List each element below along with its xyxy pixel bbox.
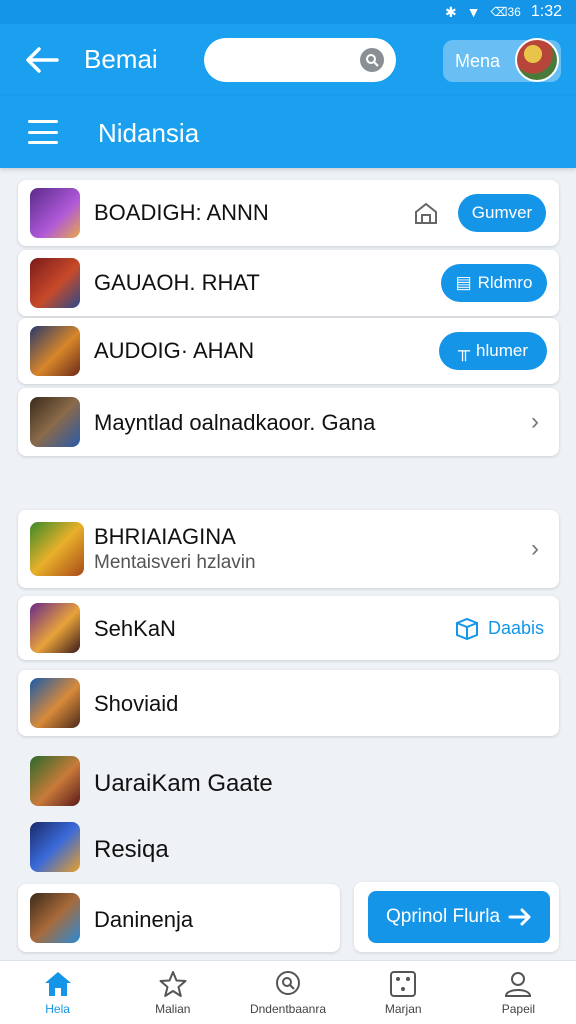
list-item-subtitle: Mentaisveri hzlavin — [94, 552, 256, 573]
list-item[interactable]: BHRIAIAGINA Mentaisveri hzlavin › — [18, 510, 559, 588]
app-bar: Bemai Mena — [0, 24, 576, 96]
nav-label: Malian — [155, 1001, 191, 1016]
list-item-title: BHRIAIAGINA — [94, 524, 236, 549]
list-item-title: AUDOIG· AHAN — [94, 338, 255, 363]
nav-label: Dndentbaanra — [249, 1001, 327, 1016]
list-item[interactable]: SehKaN Daabis — [18, 596, 559, 660]
game-thumbnail — [30, 603, 80, 653]
game-thumbnail — [30, 397, 80, 447]
menu-button-label: Mena — [455, 50, 501, 71]
search-circle-icon — [276, 970, 300, 995]
app-title: Bemai — [84, 44, 158, 74]
nav-item-home[interactable]: Hela — [0, 961, 115, 1024]
sub-header: Nidansia — [0, 96, 576, 168]
optional-button[interactable]: Qprinol Flurla — [368, 891, 550, 943]
action-button-label: Rldmro — [477, 273, 533, 292]
wifi-icon: ▼ — [466, 4, 481, 20]
hamburger-menu-icon[interactable] — [28, 120, 58, 144]
list-item[interactable]: BOADIGH: ANNN Gumver — [18, 180, 559, 246]
bluetooth-icon: ✱ — [444, 3, 457, 20]
list-item[interactable]: GAUAOH. RHAT ▤ Rldmro — [18, 250, 559, 316]
list-item-title: GAUAOH. RHAT — [94, 270, 260, 295]
avatar[interactable] — [515, 38, 559, 82]
nav-item-games[interactable]: Marjan — [346, 961, 461, 1024]
list-item[interactable]: Mayntlad oalnadkaoor. Gana › — [18, 388, 559, 456]
person-icon — [505, 971, 532, 997]
game-thumbnail — [30, 893, 80, 943]
action-button[interactable]: ▤ Rldmro — [441, 264, 547, 302]
game-thumbnail — [30, 188, 80, 238]
calendar-icon: ▤ — [455, 273, 472, 292]
link-button-label: Daabis — [488, 617, 545, 638]
signal-text: ⌫36 — [490, 5, 521, 19]
nav-item-profile[interactable]: Papeil — [461, 961, 576, 1024]
chevron-right-icon[interactable]: › — [531, 408, 539, 436]
list-item[interactable]: Daninenja — [18, 884, 340, 952]
nav-label: Marjan — [384, 1001, 422, 1016]
back-arrow-icon[interactable] — [22, 42, 62, 78]
list-item-title: Daninenja — [94, 907, 194, 932]
nav-item-discover[interactable]: Dndentbaanra — [230, 961, 345, 1024]
game-thumbnail — [30, 756, 80, 806]
game-thumbnail — [30, 258, 80, 308]
nav-item-favorites[interactable]: Malian — [115, 961, 230, 1024]
list-item-title: Mayntlad oalnadkaoor. Gana — [94, 410, 376, 435]
action-button-label: Gumver — [471, 203, 533, 222]
game-thumbnail — [30, 678, 80, 728]
chevron-right-icon[interactable]: › — [531, 535, 539, 563]
bookmark-house-icon[interactable] — [413, 200, 439, 226]
tool-icon: ╥ — [457, 341, 471, 360]
dice-icon — [390, 970, 417, 997]
arrow-right-icon — [508, 908, 531, 926]
search-icon[interactable] — [360, 48, 384, 72]
list-item-title: Resiqa — [94, 836, 169, 863]
game-thumbnail — [30, 326, 80, 376]
game-thumbnail — [30, 522, 84, 576]
home-icon — [44, 971, 71, 996]
optional-button-label: Qprinol Flurla — [385, 906, 501, 927]
action-button[interactable]: Gumver — [458, 194, 546, 232]
list-item-title: UaraiKam Gaate — [94, 770, 273, 797]
link-button[interactable]: Daabis — [454, 616, 544, 640]
star-icon — [159, 970, 187, 997]
section-title: Nidansia — [98, 118, 200, 148]
action-button-label: hlumer — [476, 341, 528, 360]
bottom-navigation: Hela Malian Dndentbaanra Marjan Papeil — [0, 960, 576, 1024]
list-item-title: BOADIGH: ANNN — [94, 200, 269, 225]
clock: 1:32 — [530, 3, 562, 20]
list-item-title: Shoviaid — [94, 691, 179, 716]
list-item-title: SehKaN — [94, 616, 176, 641]
action-button[interactable]: ╥ hlumer — [439, 332, 547, 370]
list-item[interactable]: Shoviaid — [18, 670, 559, 736]
nav-label: Hela — [45, 1001, 70, 1016]
list-item[interactable]: Resiqa — [18, 818, 559, 878]
nav-label: Papeil — [501, 1001, 536, 1016]
list-item[interactable]: UaraiKam Gaate — [18, 750, 559, 814]
status-bar: ✱ ▼ ⌫36 1:32 — [0, 0, 576, 24]
game-thumbnail — [30, 822, 80, 872]
list-item[interactable]: AUDOIG· AHAN ╥ hlumer — [18, 318, 559, 384]
box-icon — [456, 617, 478, 640]
